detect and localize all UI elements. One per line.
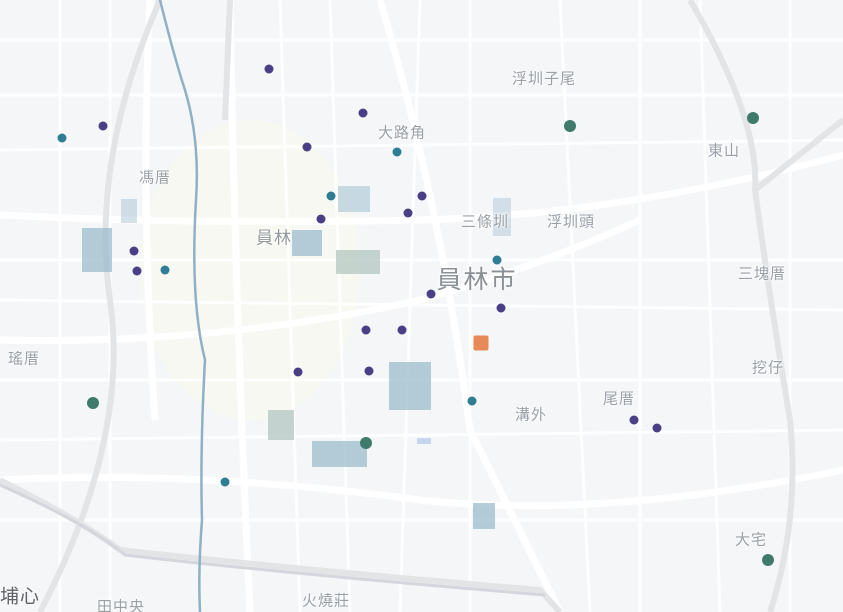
map-marker-orange[interactable] (473, 335, 489, 351)
place-label-tianzhongyang: 田中央 (96, 597, 146, 612)
map-marker-purple[interactable] (129, 246, 139, 256)
place-label-yuanlin-city: 員林市 (436, 265, 518, 294)
map-marker-purple[interactable] (417, 191, 427, 201)
map-marker-purple[interactable] (316, 214, 326, 224)
map-marker-teal[interactable] (467, 396, 477, 406)
place-label-dalujiao: 大路角 (377, 123, 427, 142)
map-marker-purple[interactable] (364, 366, 374, 376)
place-label-fubaitou: 浮圳頭 (546, 212, 596, 231)
map-marker-teal[interactable] (220, 477, 230, 487)
map-marker-purple[interactable] (358, 108, 368, 118)
place-label-huoshaozhuang: 火燒莊 (301, 591, 351, 610)
map-base-layer (0, 0, 843, 612)
map-marker-purple[interactable] (496, 303, 506, 313)
map-marker-green[interactable] (747, 112, 759, 124)
map-marker-green[interactable] (762, 554, 774, 566)
place-label-pingcuo: 馮厝 (138, 168, 172, 187)
map-marker-purple[interactable] (361, 325, 371, 335)
map-marker-teal[interactable] (57, 133, 67, 143)
place-label-wazai: 挖仔 (751, 358, 785, 377)
map-marker-purple[interactable] (132, 266, 142, 276)
map-marker-green[interactable] (360, 437, 372, 449)
place-label-dongshan: 東山 (707, 141, 741, 160)
place-label-sankuaicuo: 三塊厝 (737, 264, 787, 283)
map-marker-purple[interactable] (264, 64, 274, 74)
map-marker-purple[interactable] (652, 423, 662, 433)
place-label-gouwai: 溝外 (514, 405, 548, 424)
place-label-santiaowei: 三條圳 (460, 212, 510, 231)
place-label-fubaiziwei: 浮圳子尾 (511, 69, 577, 88)
map-marker-purple[interactable] (397, 325, 407, 335)
map-marker-purple[interactable] (293, 367, 303, 377)
place-label-dazhai: 大宅 (734, 530, 768, 549)
map-marker-purple[interactable] (426, 289, 436, 299)
map-canvas[interactable]: 浮圳子尾 大路角 馮厝 東山 員林 三條圳 浮圳頭 員林市 三塊厝 瑤厝 挖仔 … (0, 0, 843, 612)
map-marker-teal[interactable] (392, 147, 402, 157)
place-label-puxin: 埔心 (0, 585, 41, 608)
map-marker-green[interactable] (564, 120, 576, 132)
place-label-weicuo: 尾厝 (602, 389, 636, 408)
map-marker-green[interactable] (87, 397, 99, 409)
map-marker-teal[interactable] (326, 191, 336, 201)
place-label-yaocuo: 瑤厝 (7, 349, 41, 368)
place-label-yuanlin: 員林 (256, 228, 292, 249)
map-marker-purple[interactable] (302, 142, 312, 152)
map-marker-purple[interactable] (403, 208, 413, 218)
map-marker-teal[interactable] (160, 265, 170, 275)
map-marker-teal[interactable] (492, 255, 502, 265)
map-marker-purple[interactable] (629, 415, 639, 425)
map-marker-purple[interactable] (98, 121, 108, 131)
